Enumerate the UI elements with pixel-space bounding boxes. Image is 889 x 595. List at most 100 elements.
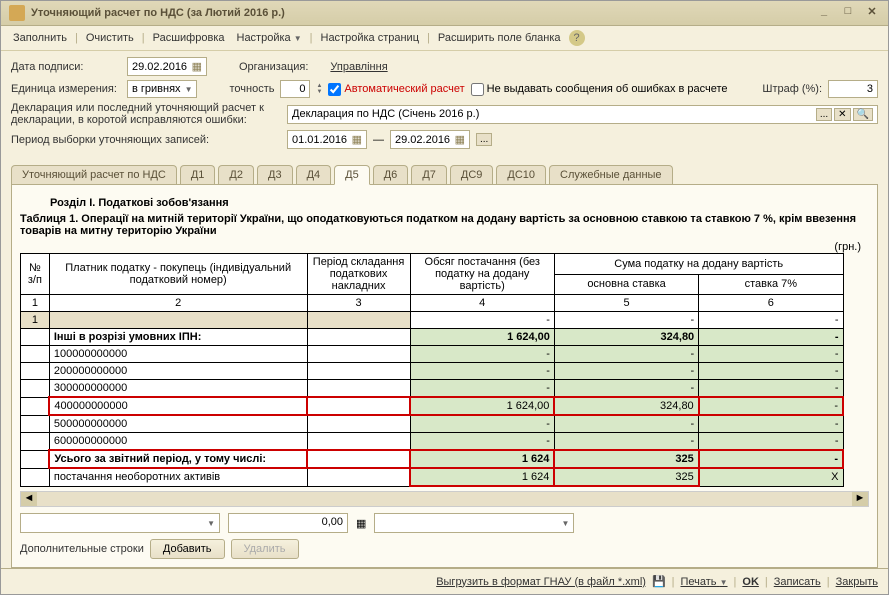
calendar-icon[interactable]: ▦ xyxy=(192,60,202,73)
decode-action[interactable]: Расшифровка xyxy=(149,30,229,46)
table-row[interactable]: Усього за звітний період, у тому числі: 1… xyxy=(21,450,844,468)
cell[interactable]: - xyxy=(410,415,554,433)
h-scrollbar[interactable]: ◄ ► xyxy=(20,491,869,507)
clear-action[interactable]: Очистить xyxy=(82,30,138,46)
cell[interactable]: 325 xyxy=(554,468,698,486)
cell[interactable]: Усього за звітний період, у тому числі: xyxy=(49,450,307,468)
decl-clear-button[interactable]: ✕ xyxy=(834,108,850,121)
cell[interactable]: - xyxy=(699,312,843,329)
cell[interactable] xyxy=(307,468,410,486)
tab-d1[interactable]: Д1 xyxy=(180,165,216,185)
cell[interactable] xyxy=(21,433,50,451)
period-from-input[interactable]: 01.01.2016▦ xyxy=(287,130,367,149)
cell[interactable]: 600000000000 xyxy=(49,433,307,451)
setup-action[interactable]: Настройка ▼ xyxy=(233,30,306,46)
export-link[interactable]: Выгрузить в формат ГНАУ (в файл *.xml) xyxy=(436,576,646,588)
cell[interactable] xyxy=(21,329,50,346)
cell[interactable]: - xyxy=(410,380,554,398)
ok-button[interactable]: OK xyxy=(742,576,759,588)
decl-select-button[interactable]: ... xyxy=(816,108,832,121)
cell[interactable]: - xyxy=(699,397,843,415)
cell[interactable] xyxy=(21,363,50,380)
table-row[interactable]: постачання необоротних активів 1 624325Х xyxy=(21,468,844,486)
cell[interactable]: 1 624 xyxy=(410,468,554,486)
cell[interactable]: 400000000000 xyxy=(49,397,307,415)
decl-open-button[interactable]: 🔍 xyxy=(853,108,873,121)
close-button[interactable]: ✕ xyxy=(864,5,880,21)
auto-calc-checkbox[interactable]: Автоматический расчет xyxy=(328,83,464,96)
table-row[interactable]: 1--- xyxy=(21,312,844,329)
cell[interactable]: - xyxy=(699,363,843,380)
cell[interactable]: - xyxy=(554,380,698,398)
cell[interactable]: постачання необоротних активів xyxy=(49,468,307,486)
no-errors-checkbox[interactable]: Не выдавать сообщения об ошибках в расче… xyxy=(471,83,728,96)
cell[interactable]: - xyxy=(699,329,843,346)
cell[interactable]: - xyxy=(699,415,843,433)
print-link[interactable]: Печать ▼ xyxy=(681,576,728,588)
tab-d4[interactable]: Д4 xyxy=(296,165,332,185)
cell[interactable]: 500000000000 xyxy=(49,415,307,433)
cell[interactable] xyxy=(307,312,410,329)
cell[interactable]: - xyxy=(410,346,554,363)
cell[interactable]: - xyxy=(699,346,843,363)
table-row[interactable]: 4000000000001 624,00324,80- xyxy=(21,397,844,415)
bottom-select-2[interactable]: ▼ xyxy=(374,513,574,533)
cell[interactable] xyxy=(21,468,50,486)
cell[interactable] xyxy=(307,329,410,346)
save-button[interactable]: Записать xyxy=(774,576,821,588)
scroll-right-icon[interactable]: ► xyxy=(852,492,868,506)
cell[interactable]: - xyxy=(554,363,698,380)
cell[interactable] xyxy=(307,433,410,451)
bottom-select-1[interactable]: ▼ xyxy=(20,513,220,533)
cell[interactable]: - xyxy=(410,312,554,329)
sign-date-input[interactable]: 29.02.2016▦ xyxy=(127,57,207,76)
table-row[interactable]: 500000000000--- xyxy=(21,415,844,433)
fill-action[interactable]: Заполнить xyxy=(9,30,71,46)
cell[interactable]: 100000000000 xyxy=(49,346,307,363)
tab-d5[interactable]: Д5 xyxy=(334,165,370,185)
cell[interactable]: 1 624 xyxy=(410,450,554,468)
fine-input[interactable] xyxy=(828,80,878,98)
cell[interactable] xyxy=(21,346,50,363)
cell[interactable]: - xyxy=(699,380,843,398)
cell[interactable]: - xyxy=(554,312,698,329)
cell[interactable]: 324,80 xyxy=(554,397,698,415)
cell[interactable] xyxy=(307,397,410,415)
cell[interactable]: - xyxy=(410,363,554,380)
tab-service[interactable]: Служебные данные xyxy=(549,165,673,185)
close-link[interactable]: Закрыть xyxy=(836,576,878,588)
expand-action[interactable]: Расширить поле бланка xyxy=(434,30,565,46)
tab-main[interactable]: Уточняющий расчет по НДС xyxy=(11,165,177,185)
table-row[interactable]: Інші в розрізі умовних ІПН:1 624,00324,8… xyxy=(21,329,844,346)
table-row[interactable]: 600000000000--- xyxy=(21,433,844,451)
calendar-icon[interactable]: ▦ xyxy=(352,133,362,146)
maximize-button[interactable]: □ xyxy=(840,5,856,21)
tab-d2[interactable]: Д2 xyxy=(218,165,254,185)
cell[interactable]: Х xyxy=(699,468,843,486)
tab-ds10[interactable]: ДС10 xyxy=(496,165,546,185)
scroll-left-icon[interactable]: ◄ xyxy=(21,492,37,506)
help-icon[interactable]: ? xyxy=(569,30,585,46)
decl-input[interactable]: Декларация по НДС (Січень 2016 р.) ... ✕… xyxy=(287,105,878,124)
cell[interactable]: 300000000000 xyxy=(49,380,307,398)
period-to-input[interactable]: 29.02.2016▦ xyxy=(390,130,470,149)
cell[interactable]: 1 624,00 xyxy=(410,329,554,346)
cell[interactable] xyxy=(21,380,50,398)
tab-d7[interactable]: Д7 xyxy=(411,165,447,185)
cell[interactable]: - xyxy=(699,433,843,451)
table-row[interactable]: 100000000000--- xyxy=(21,346,844,363)
cell[interactable]: - xyxy=(554,433,698,451)
period-select-button[interactable]: ... xyxy=(476,133,492,146)
cell[interactable] xyxy=(307,363,410,380)
cell[interactable] xyxy=(307,346,410,363)
precision-input[interactable]: 0 xyxy=(280,80,310,98)
cell[interactable] xyxy=(307,380,410,398)
cell[interactable] xyxy=(21,415,50,433)
table-row[interactable]: 200000000000--- xyxy=(21,363,844,380)
cell[interactable]: Інші в розрізі умовних ІПН: xyxy=(49,329,307,346)
pages-action[interactable]: Настройка страниц xyxy=(317,30,424,46)
precision-stepper[interactable]: ▲▼ xyxy=(316,83,322,95)
cell[interactable] xyxy=(49,312,307,329)
tab-d6[interactable]: Д6 xyxy=(373,165,409,185)
tab-d3[interactable]: Д3 xyxy=(257,165,293,185)
